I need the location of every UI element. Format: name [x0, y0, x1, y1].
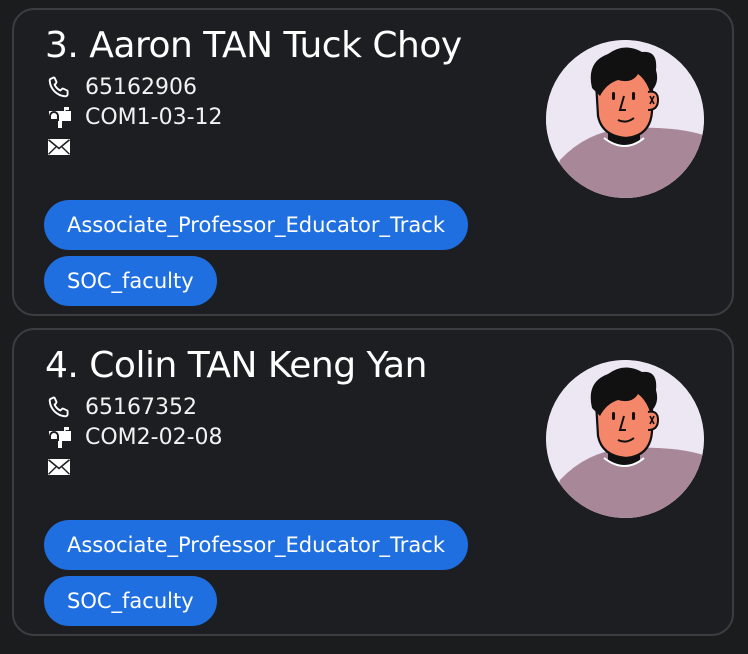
phone-row: 65167352 [47, 394, 197, 420]
email-row [47, 454, 85, 480]
envelope-icon [47, 454, 73, 480]
phone-icon [47, 74, 73, 100]
mailbox-icon [47, 104, 73, 130]
avatar [546, 360, 704, 518]
phone-row: 65162906 [47, 74, 197, 100]
office-location: COM1-03-12 [85, 104, 223, 130]
phone-icon [47, 394, 73, 420]
contact-name: 4. Colin TAN Keng Yan [45, 345, 427, 386]
office-location: COM2-02-08 [85, 424, 223, 450]
office-row: COM2-02-08 [47, 424, 223, 450]
tag-soc-faculty[interactable]: SOC_faculty [44, 576, 217, 626]
tag-associate-professor-educator-track[interactable]: Associate_Professor_Educator_Track [44, 200, 468, 250]
email-row [47, 134, 85, 160]
contact-card[interactable]: 3. Aaron TAN Tuck Choy 65162906 COM1-03-… [12, 8, 734, 316]
phone-number: 65162906 [85, 74, 197, 100]
envelope-icon [47, 134, 73, 160]
tag-associate-professor-educator-track[interactable]: Associate_Professor_Educator_Track [44, 520, 468, 570]
contact-name: 3. Aaron TAN Tuck Choy [45, 25, 462, 66]
office-row: COM1-03-12 [47, 104, 223, 130]
contact-card[interactable]: 4. Colin TAN Keng Yan 65167352 COM2-02-0… [12, 328, 734, 636]
contact-list[interactable]: 3. Aaron TAN Tuck Choy 65162906 COM1-03-… [0, 0, 748, 654]
mailbox-icon [47, 424, 73, 450]
tag-soc-faculty[interactable]: SOC_faculty [44, 256, 217, 306]
avatar [546, 40, 704, 198]
phone-number: 65167352 [85, 394, 197, 420]
